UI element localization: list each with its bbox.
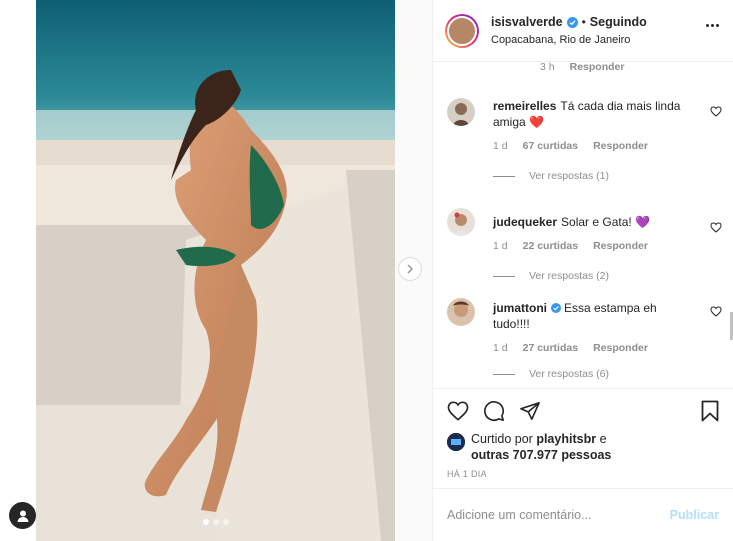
comment-username[interactable]: judequeker xyxy=(493,215,557,229)
comment-item: judequeker Solar e Gata! 💜 1 d 22 curtida… xyxy=(447,208,722,282)
caption-time: 3 h xyxy=(540,62,555,73)
comment-reply-button[interactable]: Responder xyxy=(593,342,648,354)
publish-button[interactable]: Publicar xyxy=(670,508,719,522)
post-timestamp[interactable]: HÁ 1 DIA xyxy=(433,469,733,479)
view-replies-label: Ver respostas (6) xyxy=(529,368,609,380)
user-icon xyxy=(17,510,28,522)
carousel-dot xyxy=(223,519,229,525)
save-bookmark-icon[interactable] xyxy=(701,400,719,425)
next-photo-button[interactable] xyxy=(398,257,422,281)
post-location[interactable]: Copacabana, Rio de Janeiro xyxy=(491,34,647,46)
view-replies-button[interactable]: Ver respostas (1) xyxy=(493,170,722,182)
carousel-dots xyxy=(203,519,229,525)
view-replies-label: Ver respostas (2) xyxy=(529,270,609,282)
comment-likes[interactable]: 67 curtidas xyxy=(523,140,578,152)
comment-text: Solar e Gata! xyxy=(561,215,632,229)
comment-time: 1 d xyxy=(493,240,508,252)
add-comment-bar: Publicar xyxy=(433,488,733,541)
separator-dot: • xyxy=(581,15,586,29)
carousel-dot xyxy=(203,519,209,525)
comment-emoji: ❤️ xyxy=(529,115,544,129)
liked-by: Curtido por playhitsbr e outras 707.977 … xyxy=(433,431,733,463)
comment-avatar[interactable] xyxy=(447,298,475,326)
share-paper-plane-icon[interactable] xyxy=(519,401,541,421)
caption-meta: 3 h Responder xyxy=(540,62,624,73)
like-heart-icon[interactable] xyxy=(447,401,469,421)
left-margin xyxy=(0,0,36,541)
liked-by-others[interactable]: outras 707.977 pessoas xyxy=(471,448,611,462)
verified-badge-icon xyxy=(551,303,561,313)
author-avatar[interactable] xyxy=(445,13,479,48)
post-actions: Curtido por playhitsbr e outras 707.977 … xyxy=(433,388,733,500)
comment-time: 1 d xyxy=(493,140,508,152)
comment-meta: 1 d 22 curtidas Responder xyxy=(493,240,722,252)
following-button[interactable]: Seguindo xyxy=(590,15,647,29)
post-photo[interactable] xyxy=(36,0,395,541)
comment-item: jumattoni Essa estampa eh tudo!!!! 1 d 27… xyxy=(447,298,722,380)
comment-reply-button[interactable]: Responder xyxy=(593,140,648,152)
liked-by-mid: e xyxy=(599,432,607,446)
comment-like-heart-icon[interactable] xyxy=(710,220,722,236)
comment-username[interactable]: jumattoni xyxy=(493,301,547,315)
comment-input[interactable] xyxy=(447,508,670,522)
comment-like-heart-icon[interactable] xyxy=(710,304,722,320)
comment-reply-button[interactable]: Responder xyxy=(593,240,648,252)
view-replies-button[interactable]: Ver respostas (6) xyxy=(493,368,722,380)
comment-likes[interactable]: 27 curtidas xyxy=(523,342,578,354)
chevron-right-icon xyxy=(407,264,414,274)
comment-avatar[interactable] xyxy=(447,98,475,126)
author-username[interactable]: isisvalverde xyxy=(491,15,563,29)
more-options-button[interactable] xyxy=(706,24,719,27)
liked-by-prefix: Curtido por xyxy=(471,432,533,446)
comment-likes[interactable]: 22 curtidas xyxy=(523,240,578,252)
comment-username[interactable]: remeirelles xyxy=(493,99,556,113)
caption-reply-button[interactable]: Responder xyxy=(570,62,625,73)
verified-badge-icon xyxy=(566,16,578,28)
comment-meta: 1 d 67 curtidas Responder xyxy=(493,140,722,152)
post-image xyxy=(36,0,395,541)
carousel-dot xyxy=(213,519,219,525)
post-side-panel: isisvalverde • Seguindo Copacabana, Rio … xyxy=(432,0,733,541)
view-replies-label: Ver respostas (1) xyxy=(529,170,609,182)
comment-item: remeirelles Tá cada dia mais linda amiga … xyxy=(447,98,722,182)
view-replies-button[interactable]: Ver respostas (2) xyxy=(493,270,722,282)
comment-time: 1 d xyxy=(493,342,508,354)
post-header: isisvalverde • Seguindo Copacabana, Rio … xyxy=(433,0,733,62)
liked-by-user[interactable]: playhitsbr xyxy=(536,432,596,446)
comments-list[interactable]: 3 h Responder remeirelles Tá cada dia mai… xyxy=(433,62,733,387)
tagged-users-button[interactable] xyxy=(9,502,36,529)
comment-bubble-icon[interactable] xyxy=(483,400,505,422)
comment-avatar[interactable] xyxy=(447,208,475,236)
liked-by-avatar[interactable] xyxy=(447,433,465,451)
comment-like-heart-icon[interactable] xyxy=(710,104,722,120)
comment-meta: 1 d 27 curtidas Responder xyxy=(493,342,722,354)
comment-emoji: 💜 xyxy=(635,215,651,229)
